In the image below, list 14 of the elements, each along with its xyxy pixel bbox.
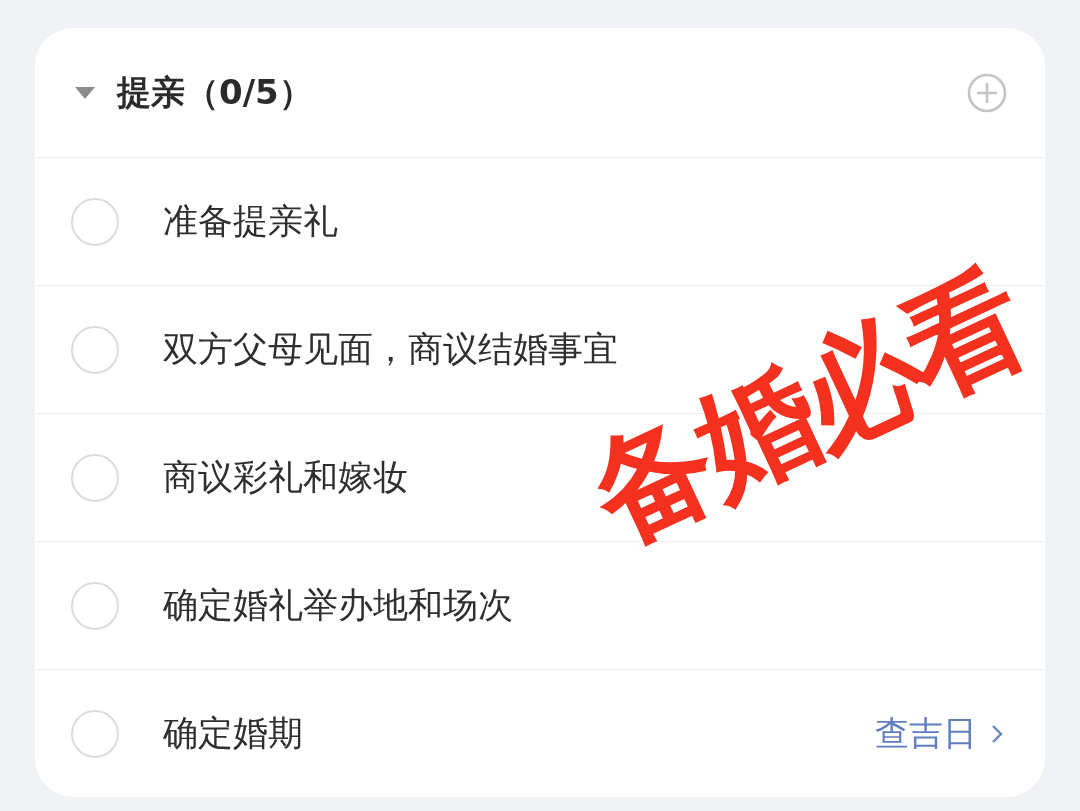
add-icon[interactable] xyxy=(967,72,1007,113)
task-label: 准备提亲礼 xyxy=(163,200,339,243)
find-date-link[interactable]: 查吉日 xyxy=(875,710,1003,757)
task-checkbox[interactable] xyxy=(71,581,119,630)
chevron-icon xyxy=(991,723,1003,744)
caret-icon[interactable] xyxy=(75,86,95,99)
task-checkbox[interactable] xyxy=(71,325,119,374)
task-checkbox[interactable] xyxy=(71,453,119,502)
task-label: 确定婚期 xyxy=(163,712,304,755)
task-label: 确定婚礼举办地和场次 xyxy=(163,584,514,627)
task-checkbox[interactable] xyxy=(71,197,119,246)
section-title: 提亲（0/5） xyxy=(117,70,314,114)
task-row[interactable]: 确定婚期 查吉日 xyxy=(35,669,1045,797)
task-checkbox[interactable] xyxy=(71,709,119,758)
